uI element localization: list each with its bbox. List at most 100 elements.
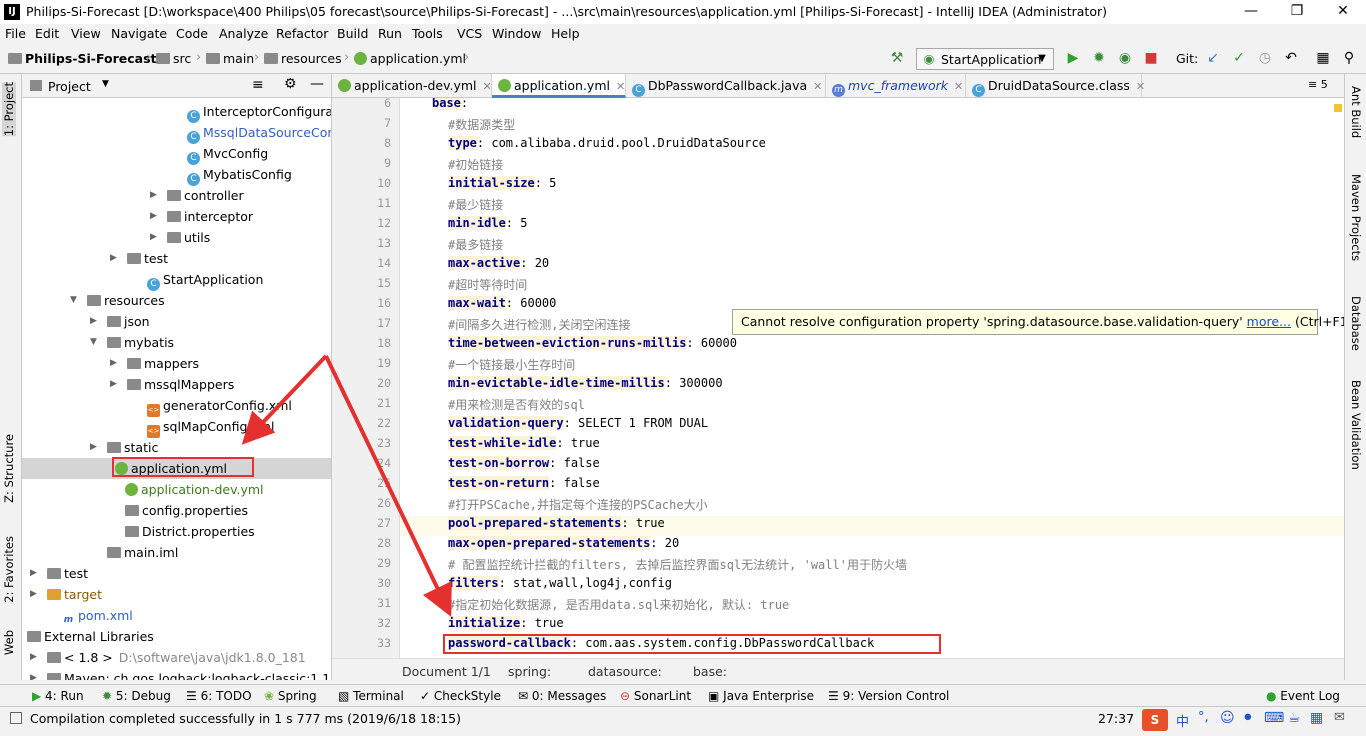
chevron-right-icon[interactable]: ▶ (90, 311, 97, 332)
coverage-icon[interactable]: ◉ (1116, 49, 1134, 67)
skin-icon[interactable]: ☕ (1288, 710, 1301, 726)
debug-icon[interactable]: ✹ (1090, 49, 1108, 67)
crumb-resources[interactable]: resources (264, 51, 342, 66)
tree-row[interactable]: District.properties (22, 521, 331, 542)
crumb-src[interactable]: src (156, 51, 191, 66)
toolbox-icon[interactable]: ▦ (1310, 710, 1323, 726)
tree-row[interactable]: m pom.xml (22, 605, 331, 627)
tab-application-dev-yml[interactable]: application-dev.yml ✕ (332, 74, 492, 98)
tree-row[interactable]: main.iml (22, 542, 331, 563)
tree-row[interactable]: application-dev.yml (22, 479, 331, 500)
tree-row[interactable]: ▼ mybatis (22, 332, 331, 353)
code-editor[interactable]: 6 7 8 9 10 11 12 13 14 15 16 17 18 19 20 21 22 23 24 25 26 27… (332, 98, 1344, 658)
tree-row[interactable]: ▶ target (22, 584, 331, 605)
tree-row[interactable]: C MvcConfig (22, 143, 331, 165)
close-icon[interactable]: ✕ (1320, 0, 1366, 24)
tree-row[interactable]: C MybatisConfig (22, 164, 331, 186)
menu-code[interactable]: Code (176, 26, 208, 41)
chevron-right-icon[interactable]: ▶ (110, 353, 117, 374)
tab-dbpasswordcallback-java[interactable]: C DbPasswordCallback.java ✕ (626, 74, 826, 98)
tree-row[interactable]: ▶ test (22, 248, 331, 269)
chevron-right-icon[interactable]: ▶ (110, 374, 117, 395)
punctuation-icon[interactable]: °, (1198, 710, 1209, 725)
menu-vcs[interactable]: VCS (457, 26, 482, 41)
tool-tab-messages[interactable]: ✉ 0: Messages (518, 689, 606, 703)
chevron-down-icon[interactable]: ▼ (90, 332, 97, 353)
tree-row[interactable]: ▶ test (22, 563, 331, 584)
menu-help[interactable]: Help (551, 26, 580, 41)
breadcrumb-spring[interactable]: spring: (508, 664, 551, 679)
chevron-right-icon[interactable]: ▶ (150, 227, 157, 248)
menu-edit[interactable]: Edit (35, 26, 59, 41)
tabs-overflow-button[interactable]: ≡ 5 (1308, 78, 1328, 91)
tree-row[interactable]: <> sqlMapConfig.xml (22, 416, 331, 438)
run-icon[interactable]: ▶ (1064, 49, 1082, 67)
tab-application-yml[interactable]: application.yml ✕ (492, 74, 626, 98)
project-structure-icon[interactable]: ▦ (1314, 49, 1332, 67)
crumb-project[interactable]: Philips-Si-Forecast (8, 51, 157, 66)
gear-icon[interactable]: ⚙ (284, 76, 297, 92)
tool-tab-terminal[interactable]: ▧ Terminal (338, 689, 404, 703)
close-tab-icon[interactable]: ✕ (1136, 80, 1145, 93)
chevron-right-icon[interactable]: ▶ (110, 248, 117, 269)
build-hammer-icon[interactable]: ⚒ (888, 49, 906, 67)
tool-tab-debug[interactable]: ✹ 5: Debug (102, 689, 171, 703)
tool-tab-project[interactable]: 1: Project (2, 82, 16, 137)
chevron-right-icon[interactable]: ▶ (150, 206, 157, 227)
menu-run[interactable]: Run (378, 26, 402, 41)
search-icon[interactable]: ⚲ (1340, 49, 1358, 67)
close-tab-icon[interactable]: ✕ (616, 80, 625, 93)
tool-tab-todo[interactable]: ☰ 6: TODO (186, 689, 252, 703)
menu-navigate[interactable]: Navigate (111, 26, 167, 41)
ime-logo-icon[interactable]: S (1142, 709, 1168, 731)
breadcrumb-base[interactable]: base: (693, 664, 727, 679)
notification-icon[interactable]: ✉ (1334, 710, 1345, 725)
revert-icon[interactable]: ↶ (1282, 49, 1300, 67)
menu-file[interactable]: File (5, 26, 26, 41)
close-tab-icon[interactable]: ✕ (483, 80, 492, 93)
run-configuration-select[interactable]: ◉ StartApplication ▼ (916, 48, 1054, 70)
collapse-all-icon[interactable]: ≡ (252, 77, 264, 93)
crumb-main[interactable]: main (206, 51, 254, 66)
tree-row[interactable]: ▶ mappers (22, 353, 331, 374)
tool-tab-version-control[interactable]: ☰ 9: Version Control (828, 689, 949, 703)
tree-row[interactable]: ▶ interceptor (22, 206, 331, 227)
tree-row[interactable]: ▶ controller (22, 185, 331, 206)
tool-tab-maven-projects[interactable]: Maven Projects (1349, 174, 1363, 261)
chevron-right-icon[interactable]: ▶ (30, 647, 37, 668)
tool-tab-run[interactable]: ▶ 4: Run (32, 689, 84, 703)
menu-view[interactable]: View (71, 26, 101, 41)
menu-analyze[interactable]: Analyze (219, 26, 268, 41)
tree-row[interactable]: C StartApplication (22, 269, 331, 291)
chevron-down-icon[interactable]: ▼ (102, 79, 109, 89)
emoji-icon[interactable]: ☺ (1220, 710, 1235, 726)
history-icon[interactable]: ◷ (1256, 49, 1274, 67)
more-link[interactable]: more... (1247, 314, 1291, 329)
crumb-file[interactable]: application.yml (354, 51, 466, 66)
tree-row[interactable]: ▶ Maven: ch.qos.logback:logback-classic:1… (22, 668, 331, 680)
tree-row[interactable]: ▶ mssqlMappers (22, 374, 331, 395)
tree-row[interactable]: ▶ static (22, 437, 331, 458)
ime-language[interactable]: 中 (1176, 711, 1189, 730)
microphone-icon[interactable]: ⚫ (1242, 710, 1254, 726)
tool-tab-spring[interactable]: ❀ Spring (264, 689, 317, 703)
tree-row[interactable]: ▼ resources (22, 290, 331, 311)
status-toggle-icon[interactable] (10, 712, 22, 724)
menu-build[interactable]: Build (337, 26, 368, 41)
close-tab-icon[interactable]: ✕ (813, 80, 822, 93)
tool-tab-structure[interactable]: Z: Structure (2, 434, 16, 503)
tool-tab-web[interactable]: Web (2, 630, 16, 655)
git-update-icon[interactable]: ↙ (1204, 49, 1222, 67)
tree-row[interactable]: C InterceptorConfigurati (22, 101, 331, 123)
hide-panel-icon[interactable]: — (310, 76, 324, 92)
chevron-right-icon[interactable]: ▶ (30, 563, 37, 584)
project-panel-title[interactable]: Project (48, 79, 91, 94)
menu-tools[interactable]: Tools (412, 26, 443, 41)
tool-tab-database[interactable]: Database (1349, 296, 1363, 351)
tool-tab-ant-build[interactable]: Ant Build (1349, 86, 1363, 138)
tree-row[interactable]: <> generatorConfig.xml (22, 395, 331, 417)
tree-row[interactable]: config.properties (22, 500, 331, 521)
close-tab-icon[interactable]: ✕ (954, 80, 963, 93)
event-log-button[interactable]: ● Event Log (1266, 689, 1340, 703)
keyboard-icon[interactable]: ⌨ (1264, 710, 1284, 726)
